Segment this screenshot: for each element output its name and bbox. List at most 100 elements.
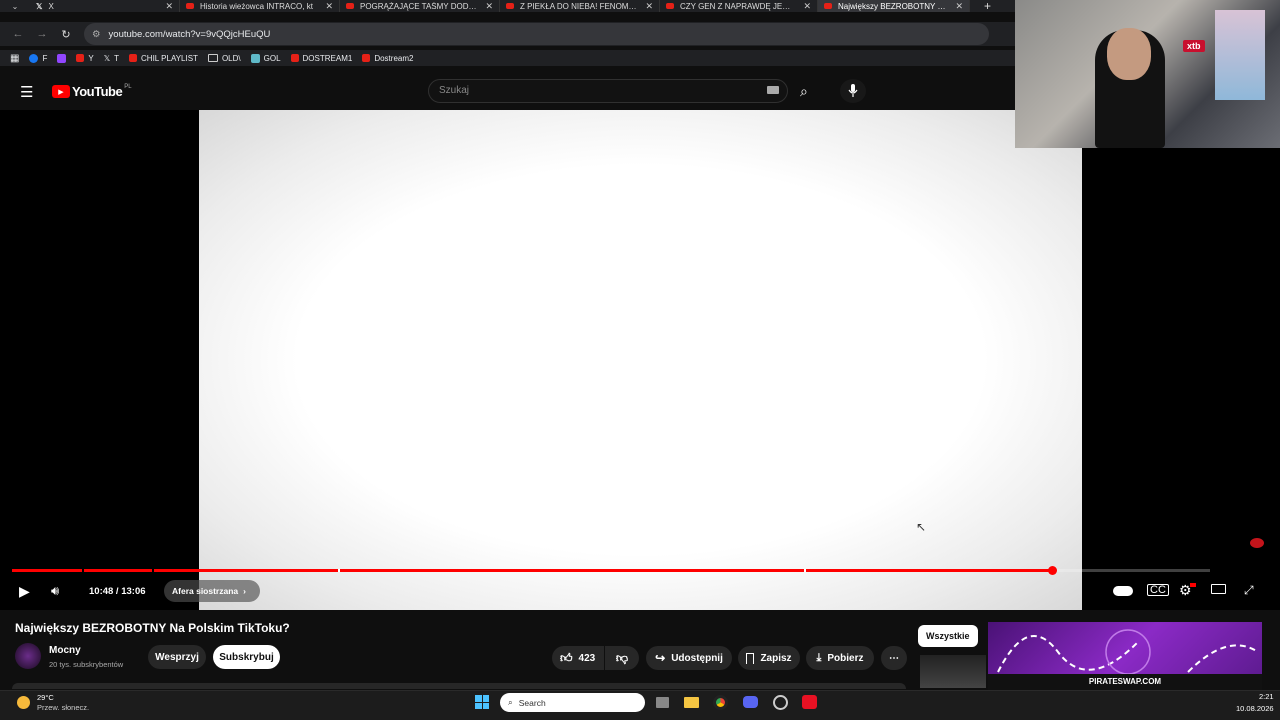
address-bar-row: ← → ↻ ⚙ youtube.com/watch?v=9vQQjcHEuQU (0, 22, 1015, 46)
discord-icon[interactable] (743, 696, 758, 708)
tab-label: POGRĄŻAJĄCE TAŚMY DODY? (360, 1, 478, 11)
tab-tasmy[interactable]: POGRĄŻAJĄCE TAŚMY DODY? ✕ (340, 0, 500, 12)
theater-mode-icon[interactable] (1211, 584, 1226, 594)
youtube-icon (290, 54, 299, 62)
description-box[interactable] (12, 683, 906, 689)
steam-icon[interactable] (773, 695, 788, 710)
facebook-icon (29, 53, 39, 63)
chapter-gap (338, 569, 340, 572)
youtube-icon (76, 54, 85, 62)
share-button[interactable]: ↪ Udostępnij (646, 646, 732, 670)
more-actions-button[interactable]: ⋯ (881, 646, 907, 670)
forward-icon[interactable]: → (30, 28, 54, 40)
windows-start-icon[interactable] (475, 695, 489, 709)
microphone-icon[interactable] (840, 79, 866, 103)
youtube-play-logo-icon: ▶ (52, 85, 70, 98)
tab-current[interactable]: Największy BEZROBOTNY Na P ✕ (818, 0, 970, 12)
chapter-button[interactable]: Afera siostrzana › (164, 580, 260, 602)
menu-icon[interactable]: ☰ (20, 83, 33, 101)
folder-icon (207, 54, 218, 62)
like-button[interactable]: 👍︎ 423 (552, 646, 604, 670)
poster (1215, 10, 1265, 100)
tab-label: Historia wieżowca INTRACO, kt (200, 1, 313, 11)
download-icon: ⤓ (816, 651, 822, 664)
taskbar-search[interactable]: ⌕ Search (500, 693, 645, 712)
bookmark-folder-old[interactable]: OLD\ (207, 54, 241, 63)
search-icon[interactable]: ⌕ (800, 83, 808, 100)
channel-name[interactable]: Mocny (49, 645, 81, 656)
keyboard-icon[interactable] (767, 86, 779, 94)
weather-desc: Przew. słonecz. (37, 703, 90, 712)
streamer-face (1107, 28, 1151, 80)
close-icon[interactable]: ✕ (165, 1, 173, 12)
save-button[interactable]: Zapisz (738, 646, 800, 670)
chapter-gap (82, 569, 84, 572)
app-icon[interactable] (802, 695, 817, 709)
tab-label: CZY GEN Z NAPRAWDĘ JEST G (680, 1, 796, 11)
close-icon[interactable]: ✕ (955, 1, 963, 12)
tab-gen-z[interactable]: CZY GEN Z NAPRAWDĘ JEST G ✕ (660, 0, 818, 12)
new-tab-button[interactable]: + (984, 0, 991, 13)
weather-temp: 29°C (37, 693, 54, 702)
bookmark-youtube[interactable]: Y (76, 54, 94, 63)
dislike-button[interactable]: 👎︎ (605, 646, 639, 670)
support-button[interactable]: Wesprzyj (148, 645, 206, 669)
close-icon[interactable]: ✕ (325, 1, 333, 12)
video-title: Największy BEZROBOTNY Na Polskim TikToku… (15, 621, 290, 635)
search-icon: ⌕ (508, 697, 513, 707)
share-label: Udostępnij (671, 652, 723, 664)
twitch-icon (57, 53, 67, 63)
bookmarks-bar: ▦ F Y 𝕏T CHIL PLAYLIST OLD\ GOL DOSTREAM… (0, 50, 1015, 66)
weather-icon[interactable] (17, 696, 30, 709)
share-icon: ↪ (655, 651, 666, 665)
tab-intraco[interactable]: Historia wieżowca INTRACO, kt ✕ (180, 0, 340, 12)
fullscreen-icon[interactable]: ⤢ (1244, 583, 1254, 598)
download-button[interactable]: ⤓ Pobierz (806, 646, 874, 670)
filter-all-chip[interactable]: Wszystkie (918, 625, 978, 647)
search-input[interactable]: Szukaj (428, 79, 788, 103)
chrome-icon[interactable] (713, 695, 728, 710)
hd-badge-icon (1190, 583, 1196, 587)
youtube-icon (824, 3, 832, 9)
tab-fenomen[interactable]: Z PIEKŁA DO NIEBA! FENOMEN ✕ (500, 0, 660, 12)
play-icon[interactable]: ▶ (19, 583, 30, 600)
close-icon[interactable]: ✕ (803, 1, 811, 12)
tab-x[interactable]: 𝕏 X ✕ (30, 0, 180, 12)
reload-icon[interactable]: ↻ (54, 28, 78, 41)
avatar[interactable] (15, 643, 41, 669)
url-text: youtube.com/watch?v=9vQQjcHEuQU (108, 28, 271, 40)
like-count: 423 (578, 652, 596, 664)
youtube-logo[interactable]: ▶ YouTube PL (52, 84, 132, 99)
back-icon[interactable]: ← (6, 28, 30, 40)
bookmark-dostream2[interactable]: Dostream2 (362, 54, 413, 63)
bookmark-dostream1[interactable]: DOSTREAM1 (290, 54, 352, 63)
bookmark-facebook[interactable]: F (29, 53, 47, 63)
recommended-thumbnail[interactable] (920, 655, 986, 688)
x-icon: 𝕏 (103, 53, 111, 63)
close-icon[interactable]: ✕ (485, 1, 493, 12)
chevron-right-icon: › (243, 586, 246, 596)
youtube-icon (186, 3, 194, 9)
pirateswap-ad: PIRATESWAP.COM (988, 622, 1262, 690)
task-view-icon[interactable] (656, 697, 669, 708)
bookmark-gol[interactable]: GOL (250, 53, 281, 63)
thumbs-up-icon: 👍︎ (560, 650, 573, 665)
youtube-icon (666, 3, 674, 9)
subscribe-button[interactable]: Subskrybuj (213, 645, 280, 669)
volume-icon[interactable]: 🔊︎ (51, 583, 59, 599)
url-bar[interactable]: ⚙ youtube.com/watch?v=9vQQjcHEuQU (84, 23, 989, 45)
progress-scrubber[interactable] (1048, 566, 1057, 575)
apps-icon[interactable]: ▦ (10, 53, 19, 64)
autoplay-toggle[interactable] (1113, 586, 1133, 596)
close-icon[interactable]: ✕ (645, 1, 653, 12)
annotation-eye-icon[interactable] (1250, 538, 1264, 548)
bookmark-x[interactable]: 𝕏T (104, 54, 119, 63)
video-frame[interactable] (199, 110, 1082, 610)
logo-text: YouTube (72, 84, 123, 99)
bookmark-chil-playlist[interactable]: CHIL PLAYLIST (129, 54, 198, 63)
tab-list-chevron-icon[interactable]: ⌄ (0, 2, 30, 11)
site-info-icon[interactable]: ⚙ (92, 29, 101, 40)
file-explorer-icon[interactable] (684, 697, 699, 708)
bookmark-twitch[interactable] (57, 53, 67, 63)
subtitles-icon[interactable]: CC (1147, 584, 1169, 596)
